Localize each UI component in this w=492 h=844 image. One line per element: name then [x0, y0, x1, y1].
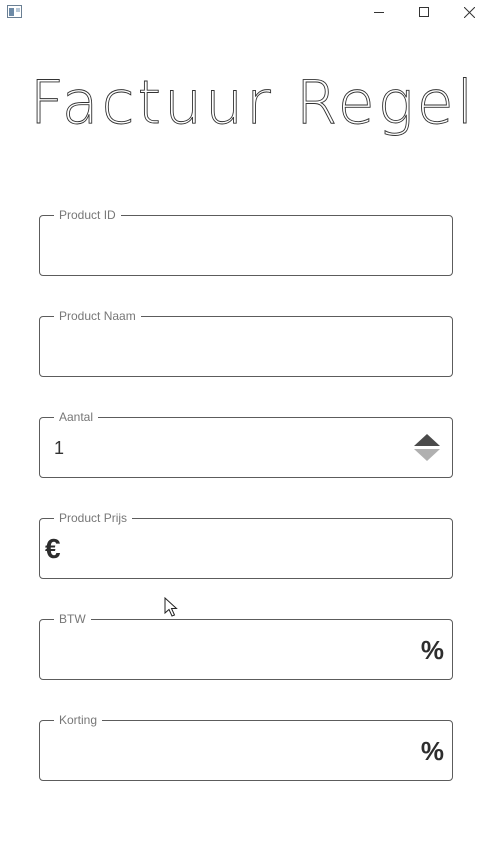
btw-input[interactable] [54, 637, 402, 663]
korting-input[interactable] [54, 738, 402, 764]
minimize-icon [374, 12, 384, 13]
euro-icon: € [45, 533, 61, 564]
close-icon [463, 6, 475, 18]
product-naam-input[interactable] [54, 334, 402, 360]
product-prijs-input[interactable] [76, 536, 402, 562]
minimize-button[interactable] [356, 0, 402, 24]
product-naam-field[interactable]: Product Naam [39, 309, 453, 377]
aantal-field[interactable]: Aantal [39, 410, 453, 478]
btw-label: BTW [54, 612, 91, 626]
maximize-button[interactable] [401, 0, 447, 24]
stepper-up-icon[interactable] [414, 434, 440, 446]
aantal-label: Aantal [54, 410, 99, 424]
mouse-cursor-icon [164, 597, 178, 617]
product-prijs-field[interactable]: Product Prijs € [39, 511, 453, 579]
app-icon [7, 5, 22, 18]
aantal-stepper[interactable] [414, 434, 440, 462]
close-button[interactable] [446, 0, 492, 24]
product-id-field[interactable]: Product ID [39, 208, 453, 276]
maximize-icon [419, 7, 429, 17]
korting-percent-icon: % [420, 736, 444, 766]
product-id-input[interactable] [54, 233, 402, 259]
product-naam-label: Product Naam [54, 309, 141, 323]
btw-field[interactable]: BTW % [39, 612, 453, 680]
stepper-down-icon[interactable] [414, 449, 440, 461]
window-titlebar[interactable] [0, 0, 492, 24]
page-title: Factuur Regel [29, 68, 477, 139]
aantal-input[interactable] [54, 435, 402, 461]
korting-field[interactable]: Korting % [39, 713, 453, 781]
product-id-label: Product ID [54, 208, 121, 222]
product-prijs-label: Product Prijs [54, 511, 133, 525]
btw-percent-icon: % [420, 635, 444, 665]
korting-label: Korting [54, 713, 103, 727]
